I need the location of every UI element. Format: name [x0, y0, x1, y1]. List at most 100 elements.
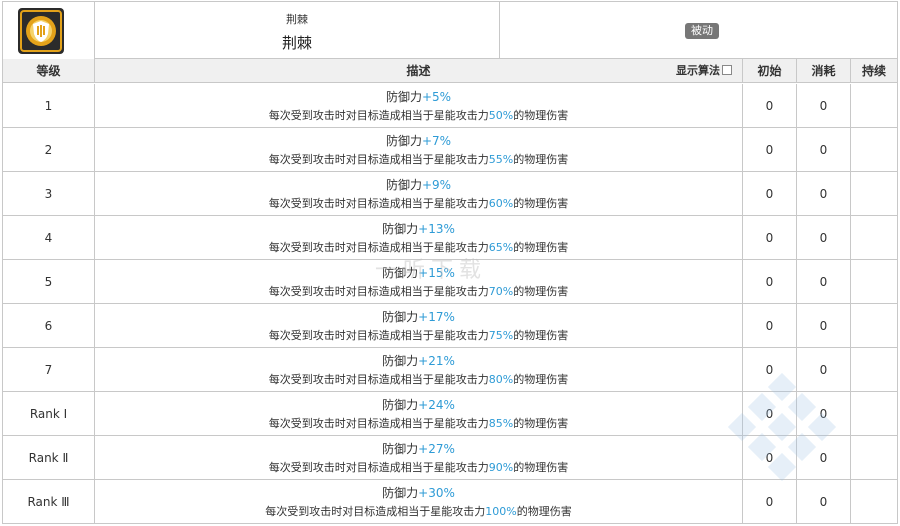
init-cell: 0 — [743, 480, 797, 524]
defense-line: 防御力+9% — [95, 176, 742, 193]
defense-value: +9% — [421, 178, 452, 192]
header-cost: 消耗 — [797, 59, 851, 83]
effect-value: 55% — [488, 153, 514, 166]
defense-value: +15% — [418, 266, 455, 280]
effect-line: 每次受到攻击时对目标造成相当于星能攻击力75%的物理伤害 — [95, 327, 742, 343]
effect-value: 60% — [488, 197, 514, 210]
show-algorithm-checkbox[interactable] — [722, 65, 732, 75]
desc-cell: 防御力+7% 每次受到攻击时对目标造成相当于星能攻击力55%的物理伤害 — [95, 128, 743, 172]
duration-cell — [851, 84, 897, 128]
level-cell: 1 — [3, 84, 95, 128]
effect-suffix: 的物理伤害 — [513, 153, 569, 166]
duration-cell — [851, 348, 897, 392]
effect-suffix: 的物理伤害 — [513, 241, 569, 254]
table-row: 2 防御力+7% 每次受到攻击时对目标造成相当于星能攻击力55%的物理伤害 0 0 — [3, 128, 897, 172]
defense-label: 防御力 — [382, 222, 419, 236]
cost-cell: 0 — [797, 216, 851, 260]
duration-cell — [851, 260, 897, 304]
level-cell: Rank Ⅰ — [3, 392, 95, 436]
effect-text: 每次受到攻击时对目标造成相当于星能攻击力 — [268, 109, 489, 122]
cost-cell: 0 — [797, 260, 851, 304]
effect-line: 每次受到攻击时对目标造成相当于星能攻击力85%的物理伤害 — [95, 415, 742, 431]
level-cell: Rank Ⅲ — [3, 480, 95, 524]
table-row: 1 防御力+5% 每次受到攻击时对目标造成相当于星能攻击力50%的物理伤害 0 0 — [3, 84, 897, 128]
defense-label: 防御力 — [385, 178, 422, 192]
effect-line: 每次受到攻击时对目标造成相当于星能攻击力50%的物理伤害 — [95, 107, 742, 123]
effect-value: 90% — [488, 461, 514, 474]
duration-cell — [851, 480, 897, 524]
duration-cell — [851, 216, 897, 260]
defense-value: +13% — [418, 222, 455, 236]
effect-text: 每次受到攻击时对目标造成相当于星能攻击力 — [268, 373, 489, 386]
duration-cell — [851, 392, 897, 436]
desc-cell: 防御力+24% 每次受到攻击时对目标造成相当于星能攻击力85%的物理伤害 — [95, 392, 743, 436]
cost-cell: 0 — [797, 84, 851, 128]
skill-name-cell: 荆棘 荆棘 — [95, 2, 500, 59]
defense-line: 防御力+30% — [95, 484, 742, 501]
defense-value: +24% — [418, 398, 455, 412]
skill-header: 荆棘 荆棘 被动 — [3, 2, 897, 59]
skill-type-cell: 被动 — [500, 2, 897, 59]
show-algorithm-label: 显示算法 — [676, 64, 720, 77]
effect-line: 每次受到攻击时对目标造成相当于星能攻击力70%的物理伤害 — [95, 283, 742, 299]
effect-value: 50% — [488, 109, 514, 122]
level-cell: 5 — [3, 260, 95, 304]
effect-text: 每次受到攻击时对目标造成相当于星能攻击力 — [268, 417, 489, 430]
table-row: Rank Ⅲ 防御力+30% 每次受到攻击时对目标造成相当于星能攻击力100%的物理… — [3, 480, 897, 524]
effect-value: 80% — [488, 373, 514, 386]
cost-cell: 0 — [797, 128, 851, 172]
skill-name-large: 荆棘 — [281, 34, 312, 52]
level-cell: 4 — [3, 216, 95, 260]
effect-line: 每次受到攻击时对目标造成相当于星能攻击力90%的物理伤害 — [95, 459, 742, 475]
effect-text: 每次受到攻击时对目标造成相当于星能攻击力 — [268, 285, 489, 298]
effect-text: 每次受到攻击时对目标造成相当于星能攻击力 — [268, 197, 489, 210]
effect-line: 每次受到攻击时对目标造成相当于星能攻击力55%的物理伤害 — [95, 151, 742, 167]
defense-label: 防御力 — [382, 310, 419, 324]
defense-label: 防御力 — [382, 354, 419, 368]
desc-cell: 防御力+21% 每次受到攻击时对目标造成相当于星能攻击力80%的物理伤害 — [95, 348, 743, 392]
effect-value: 65% — [488, 241, 514, 254]
table-row: 4 防御力+13% 每次受到攻击时对目标造成相当于星能攻击力65%的物理伤害 0 0 — [3, 216, 897, 260]
defense-value: +27% — [418, 442, 455, 456]
init-cell: 0 — [743, 304, 797, 348]
init-cell: 0 — [743, 128, 797, 172]
cost-cell: 0 — [797, 304, 851, 348]
level-cell: 3 — [3, 172, 95, 216]
desc-cell: 防御力+9% 每次受到攻击时对目标造成相当于星能攻击力60%的物理伤害 — [95, 172, 743, 216]
effect-suffix: 的物理伤害 — [513, 417, 569, 430]
skill-icon-cell — [3, 2, 95, 59]
effect-text: 每次受到攻击时对目标造成相当于星能攻击力 — [265, 505, 486, 518]
effect-text: 每次受到攻击时对目标造成相当于星能攻击力 — [268, 241, 489, 254]
init-cell: 0 — [743, 392, 797, 436]
desc-cell: 防御力+17% 每次受到攻击时对目标造成相当于星能攻击力75%的物理伤害 — [95, 304, 743, 348]
table-row: 3 防御力+9% 每次受到攻击时对目标造成相当于星能攻击力60%的物理伤害 0 0 — [3, 172, 897, 216]
duration-cell — [851, 172, 897, 216]
effect-text: 每次受到攻击时对目标造成相当于星能攻击力 — [268, 329, 489, 342]
cost-cell: 0 — [797, 392, 851, 436]
header-desc: 描述 显示算法 — [95, 59, 743, 83]
effect-suffix: 的物理伤害 — [513, 373, 569, 386]
show-algorithm-toggle[interactable]: 显示算法 — [676, 59, 732, 83]
cost-cell: 0 — [797, 480, 851, 524]
table-row: 6 防御力+17% 每次受到攻击时对目标造成相当于星能攻击力75%的物理伤害 0 0 — [3, 304, 897, 348]
header-init: 初始 — [743, 59, 797, 83]
effect-value: 100% — [485, 505, 517, 518]
defense-line: 防御力+27% — [95, 440, 742, 457]
init-cell: 0 — [743, 260, 797, 304]
header-desc-label: 描述 — [406, 64, 431, 78]
duration-cell — [851, 304, 897, 348]
table-row: 7 防御力+21% 每次受到攻击时对目标造成相当于星能攻击力80%的物理伤害 0 0 — [3, 348, 897, 392]
passive-badge: 被动 — [685, 23, 719, 39]
cost-cell: 0 — [797, 436, 851, 480]
skill-name-small: 荆棘 — [286, 13, 308, 26]
effect-value: 85% — [488, 417, 514, 430]
table-header: 等级 描述 显示算法 初始 消耗 持续 — [3, 59, 897, 83]
header-level: 等级 — [3, 59, 95, 83]
defense-value: +21% — [418, 354, 455, 368]
effect-line: 每次受到攻击时对目标造成相当于星能攻击力65%的物理伤害 — [95, 239, 742, 255]
cost-cell: 0 — [797, 348, 851, 392]
defense-line: 防御力+5% — [95, 88, 742, 105]
effect-suffix: 的物理伤害 — [513, 461, 569, 474]
duration-cell — [851, 436, 897, 480]
effect-suffix: 的物理伤害 — [513, 197, 569, 210]
